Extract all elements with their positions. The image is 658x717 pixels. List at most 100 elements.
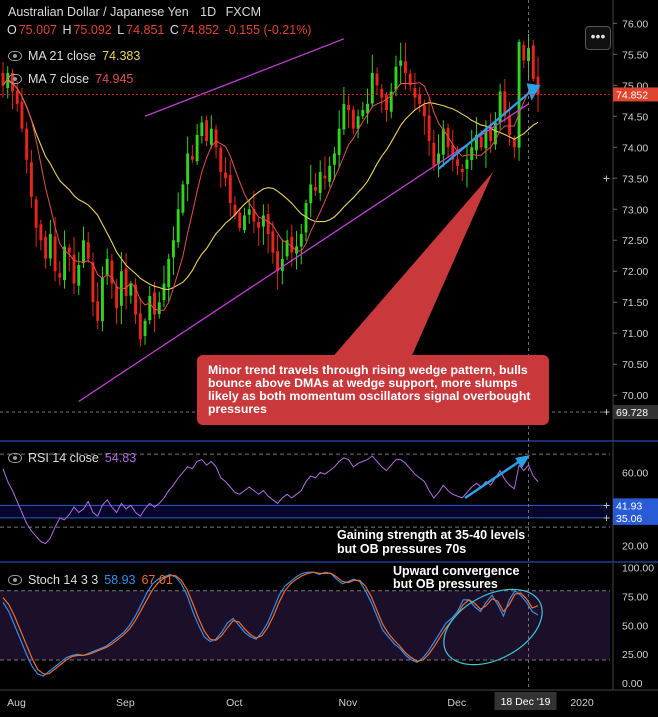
candle-body xyxy=(266,214,270,235)
ma21-label: MA 21 close xyxy=(28,49,97,63)
candle-body xyxy=(171,240,175,258)
candle-body xyxy=(370,72,374,104)
candle-body xyxy=(44,236,48,259)
candle-body xyxy=(470,147,474,161)
legend-ma21[interactable]: MA 21 close 74.383 xyxy=(8,49,140,63)
candle-body xyxy=(209,128,213,145)
candle-body xyxy=(228,175,232,204)
ma7-value: 74.945 xyxy=(95,72,134,86)
close-label: C xyxy=(169,23,179,37)
crosshair-plus-icon: + xyxy=(603,405,610,419)
candle-body xyxy=(337,128,341,155)
candle-body xyxy=(200,122,204,136)
candle-body xyxy=(186,153,190,185)
stoch-tick-label: 100.00 xyxy=(622,563,654,575)
candle-body xyxy=(243,215,246,231)
candle-body xyxy=(153,292,156,315)
candle-body xyxy=(280,258,284,271)
eye-icon[interactable] xyxy=(8,74,22,84)
stoch-tick-label: 0.00 xyxy=(622,678,643,690)
rsi-band-badge-upper: 41.93 xyxy=(616,500,642,512)
change-value: -0.155 (-0.21%) xyxy=(224,23,312,37)
candle-body xyxy=(314,187,317,191)
candle-body xyxy=(460,168,464,173)
candle-body xyxy=(375,73,379,86)
eye-icon[interactable] xyxy=(8,575,22,585)
candle-body xyxy=(318,172,322,193)
candle-body xyxy=(129,283,133,296)
candle-body xyxy=(20,101,24,129)
candle-body xyxy=(413,88,417,98)
cursor-date-label: 18 Dec '19 xyxy=(501,696,551,708)
price-tick-label: 71.00 xyxy=(622,328,648,340)
candle-body xyxy=(58,273,62,278)
candle-body xyxy=(351,109,355,129)
candle-body xyxy=(380,88,384,98)
candle-body xyxy=(323,175,327,179)
candle-body xyxy=(432,142,436,166)
eye-icon[interactable] xyxy=(8,51,22,61)
cursor-price-badge: 69.728 xyxy=(616,407,648,419)
candle-body xyxy=(427,115,431,142)
chart-stage[interactable]: 76.00 75.50 75.00 74.50 74.00 73.50 73.00 72.50… xyxy=(0,0,658,712)
legend-rsi[interactable]: RSI 14 close 54.83 xyxy=(8,451,136,465)
price-tick-label: 73.50 xyxy=(622,173,648,185)
candle-body xyxy=(403,61,407,73)
stoch-note-line-2: but OB pressures xyxy=(393,577,498,591)
legend-ma7[interactable]: MA 7 close 74.945 xyxy=(8,72,133,86)
time-tick-label: Dec xyxy=(447,697,466,709)
open-value: 75.007 xyxy=(18,23,57,37)
candle-body xyxy=(299,234,303,247)
stoch-d-value: 67.01 xyxy=(141,573,173,587)
price-tick-label: 72.50 xyxy=(622,235,648,247)
candle-body xyxy=(100,277,104,322)
price-tick-label: 70.50 xyxy=(622,359,648,371)
candle-body xyxy=(67,247,71,253)
rsi-note-line-1: Gaining strength at 35-40 levels xyxy=(337,528,526,542)
candle-body xyxy=(115,286,119,309)
legend-stoch[interactable]: Stoch 14 3 3 58.93 67.01 xyxy=(8,573,173,587)
stoch-tick-label: 50.00 xyxy=(622,620,648,632)
candle-body xyxy=(157,302,161,314)
stoch-k-value: 58.93 xyxy=(104,573,136,587)
eye-icon[interactable] xyxy=(8,453,22,463)
time-tick-label: Nov xyxy=(339,697,358,709)
analysis-callout: Minor trend travels through rising wedge… xyxy=(197,355,549,425)
candle-body xyxy=(309,184,313,204)
candle-body xyxy=(138,313,142,340)
candle-body xyxy=(531,45,535,80)
crosshair-plus-icon: + xyxy=(603,171,610,185)
price-tick-label: 71.50 xyxy=(622,297,648,309)
candle-body xyxy=(508,115,512,135)
candle-body xyxy=(261,215,265,227)
time-tick-label: 2020 xyxy=(570,697,594,709)
candle-body xyxy=(181,184,185,213)
candle-body xyxy=(276,251,280,272)
price-tick-label: 70.00 xyxy=(622,390,648,402)
candle-body xyxy=(441,128,445,155)
stoch-tick-label: 75.00 xyxy=(622,591,648,603)
candle-body xyxy=(205,120,209,142)
candle-body xyxy=(195,134,199,162)
candle-body xyxy=(456,159,459,166)
candle-body xyxy=(332,153,336,165)
more-options-button[interactable]: ••• xyxy=(585,26,611,50)
stoch-label: Stoch 14 3 3 xyxy=(28,573,99,587)
price-tick-label: 75.50 xyxy=(622,49,648,61)
price-tick-label: 74.50 xyxy=(622,111,648,123)
candle-body xyxy=(77,265,81,286)
candle-body xyxy=(190,156,194,160)
candle-body xyxy=(96,301,100,321)
crosshair-plus-icon: + xyxy=(603,511,610,525)
price-tick-label: 74.00 xyxy=(622,142,648,154)
candle-body xyxy=(418,94,422,104)
symbol-source: FXCM xyxy=(225,5,262,19)
candle-body xyxy=(214,129,218,148)
candle-body xyxy=(219,147,223,173)
ma21-value: 74.383 xyxy=(102,49,141,63)
symbol-name: Australian Dollar / Japanese Yen xyxy=(8,5,189,19)
candle-body xyxy=(82,240,85,264)
price-tick-label: 73.00 xyxy=(622,204,648,216)
candle-body xyxy=(257,222,261,228)
candle-body xyxy=(29,162,33,197)
